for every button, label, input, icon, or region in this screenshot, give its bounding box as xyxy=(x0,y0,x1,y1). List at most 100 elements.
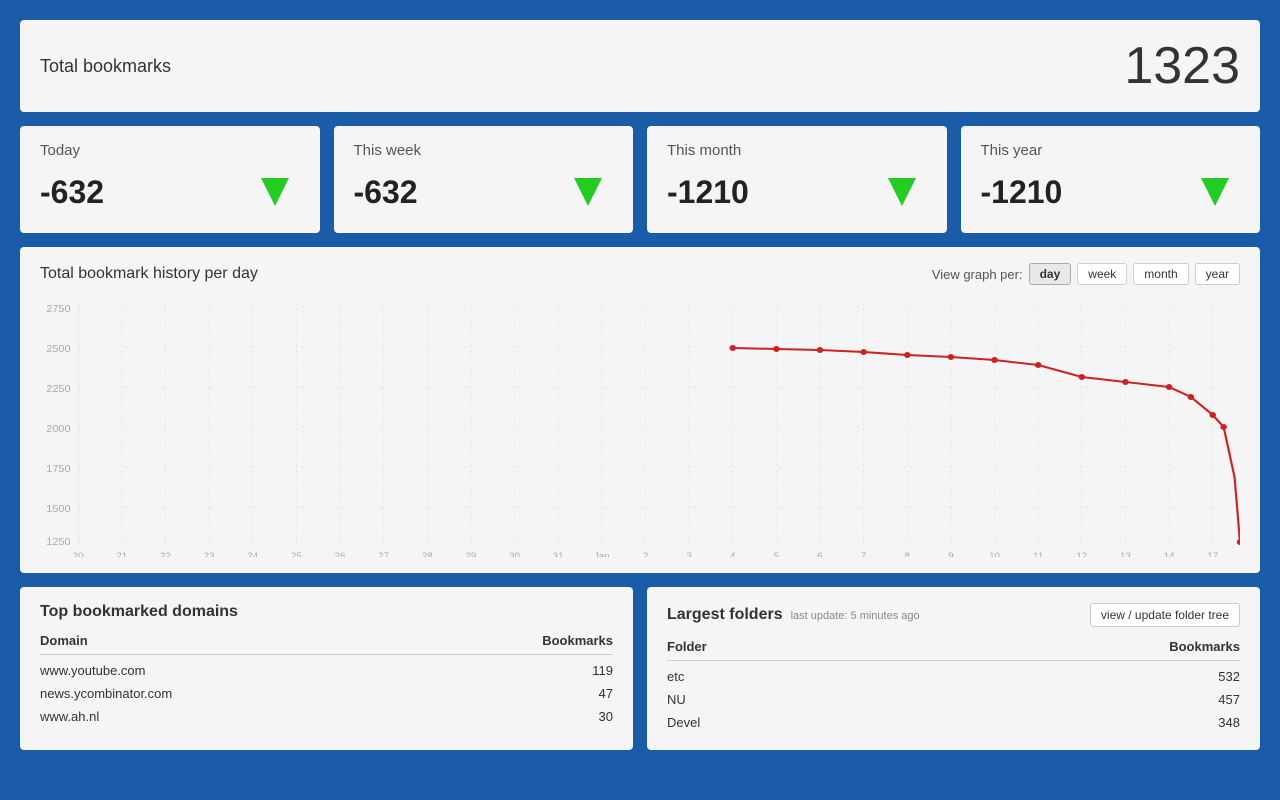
svg-text:29: 29 xyxy=(465,550,476,557)
folders-header: Largest folders last update: 5 minutes a… xyxy=(667,603,1240,627)
stat-card: This week -632 xyxy=(334,126,634,233)
svg-text:14: 14 xyxy=(1164,550,1175,557)
stat-value: -1210 xyxy=(981,174,1063,211)
stat-value: -632 xyxy=(40,174,104,211)
svg-text:28: 28 xyxy=(422,550,433,557)
domain-row: www.ah.nl 30 xyxy=(40,705,613,728)
folders-title: Largest folders xyxy=(667,606,783,624)
svg-text:27: 27 xyxy=(378,550,389,557)
domain-row: www.youtube.com 119 xyxy=(40,659,613,682)
svg-text:Jan: Jan xyxy=(594,550,610,557)
svg-text:8: 8 xyxy=(905,550,910,557)
svg-text:2000: 2000 xyxy=(46,424,70,435)
down-arrow-icon xyxy=(563,167,613,217)
svg-text:6: 6 xyxy=(817,550,822,557)
svg-text:31: 31 xyxy=(553,550,564,557)
svg-text:10: 10 xyxy=(989,550,1000,557)
total-bookmarks-value: 1323 xyxy=(1124,36,1240,96)
domain-name: www.youtube.com xyxy=(40,663,146,678)
stat-cards-row: Today -632 This week -632 Th xyxy=(20,126,1260,233)
domains-rows: www.youtube.com 119 news.ycombinator.com 47… xyxy=(40,659,613,728)
graph-title: Total bookmark history per day xyxy=(40,265,258,283)
chart-container: 2750 2500 2250 2000 1750 1500 1250 xyxy=(40,297,1240,557)
folder-name: Devel xyxy=(667,715,700,730)
svg-text:1750: 1750 xyxy=(46,464,70,475)
domain-count: 30 xyxy=(599,709,613,724)
domain-name: news.ycombinator.com xyxy=(40,686,172,701)
svg-text:25: 25 xyxy=(291,550,302,557)
graph-header: Total bookmark history per day View grap… xyxy=(40,263,1240,285)
svg-text:21: 21 xyxy=(116,550,127,557)
view-graph-label: View graph per: xyxy=(932,267,1023,282)
stat-bottom: -1210 xyxy=(667,167,927,217)
down-arrow-icon xyxy=(1190,167,1240,217)
svg-text:2250: 2250 xyxy=(46,384,70,395)
svg-text:17: 17 xyxy=(1207,550,1218,557)
stat-bottom: -632 xyxy=(40,167,300,217)
svg-text:2: 2 xyxy=(643,550,648,557)
graph-btn-year[interactable]: year xyxy=(1195,263,1240,285)
domains-title: Top bookmarked domains xyxy=(40,603,613,621)
folder-name: NU xyxy=(667,692,686,707)
svg-text:26: 26 xyxy=(335,550,346,557)
graph-controls: View graph per: day week month year xyxy=(932,263,1240,285)
down-arrow-icon xyxy=(250,167,300,217)
stat-card: This year -1210 xyxy=(961,126,1261,233)
folder-row: etc 532 xyxy=(667,665,1240,688)
svg-text:22: 22 xyxy=(160,550,171,557)
folder-count: 532 xyxy=(1218,669,1240,684)
svg-text:4: 4 xyxy=(730,550,735,557)
svg-text:1250: 1250 xyxy=(46,537,70,548)
svg-text:3: 3 xyxy=(686,550,691,557)
svg-text:7: 7 xyxy=(861,550,866,557)
folder-count: 348 xyxy=(1218,715,1240,730)
graph-btn-month[interactable]: month xyxy=(1133,263,1188,285)
chart-svg: 2750 2500 2250 2000 1750 1500 1250 xyxy=(40,297,1240,557)
bottom-row: Top bookmarked domains Domain Bookmarks … xyxy=(20,587,1260,750)
folders-rows: etc 532 NU 457 Devel 348 xyxy=(667,665,1240,734)
domains-col-bookmarks: Bookmarks xyxy=(542,633,613,648)
folder-row: Devel 348 xyxy=(667,711,1240,734)
view-folder-tree-button[interactable]: view / update folder tree xyxy=(1090,603,1240,627)
graph-card: Total bookmark history per day View grap… xyxy=(20,247,1260,573)
stat-bottom: -1210 xyxy=(981,167,1241,217)
svg-text:1500: 1500 xyxy=(46,504,70,515)
graph-btn-week[interactable]: week xyxy=(1077,263,1127,285)
domains-table-header: Domain Bookmarks xyxy=(40,633,613,655)
stat-value: -1210 xyxy=(667,174,749,211)
svg-text:2750: 2750 xyxy=(46,304,70,315)
domain-name: www.ah.nl xyxy=(40,709,99,724)
svg-text:24: 24 xyxy=(247,550,258,557)
total-bookmarks-card: Total bookmarks 1323 xyxy=(20,20,1260,112)
stat-card: This month -1210 xyxy=(647,126,947,233)
stat-card: Today -632 xyxy=(20,126,320,233)
svg-text:11: 11 xyxy=(1033,550,1043,557)
stat-label: This year xyxy=(981,142,1241,159)
folders-col-folder: Folder xyxy=(667,639,707,654)
folder-row: NU 457 xyxy=(667,688,1240,711)
stat-bottom: -632 xyxy=(354,167,614,217)
svg-text:9: 9 xyxy=(948,550,953,557)
folders-title-group: Largest folders last update: 5 minutes a… xyxy=(667,606,920,624)
svg-text:5: 5 xyxy=(774,550,779,557)
graph-btn-day[interactable]: day xyxy=(1029,263,1072,285)
total-bookmarks-label: Total bookmarks xyxy=(40,56,171,77)
folder-name: etc xyxy=(667,669,684,684)
svg-text:23: 23 xyxy=(204,550,215,557)
folder-count: 457 xyxy=(1218,692,1240,707)
svg-text:20: 20 xyxy=(73,550,84,557)
svg-text:30: 30 xyxy=(509,550,520,557)
domains-card: Top bookmarked domains Domain Bookmarks … xyxy=(20,587,633,750)
down-arrow-icon xyxy=(877,167,927,217)
svg-text:2500: 2500 xyxy=(46,344,70,355)
domains-col-domain: Domain xyxy=(40,633,88,648)
domain-count: 119 xyxy=(592,663,613,678)
svg-text:13: 13 xyxy=(1120,550,1131,557)
domain-count: 47 xyxy=(599,686,613,701)
stat-label: Today xyxy=(40,142,300,159)
svg-text:12: 12 xyxy=(1076,550,1087,557)
stat-value: -632 xyxy=(354,174,418,211)
stat-label: This month xyxy=(667,142,927,159)
folders-card: Largest folders last update: 5 minutes a… xyxy=(647,587,1260,750)
domain-row: news.ycombinator.com 47 xyxy=(40,682,613,705)
